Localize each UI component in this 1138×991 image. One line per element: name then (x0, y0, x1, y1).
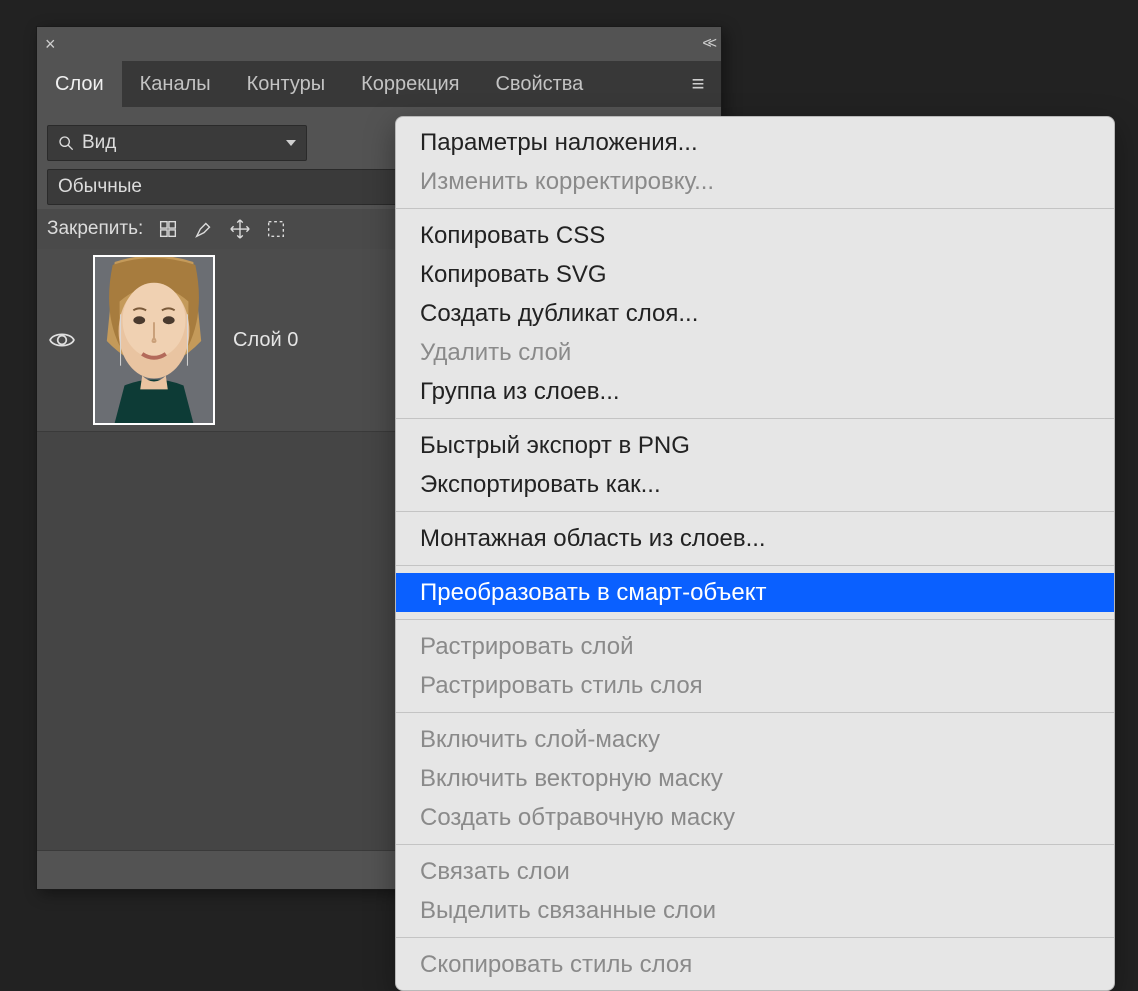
menu-item[interactable]: Быстрый экспорт в PNG (396, 426, 1114, 465)
menu-separator (396, 619, 1114, 620)
menu-item[interactable]: Экспортировать как... (396, 465, 1114, 504)
lock-brush-icon[interactable] (193, 218, 215, 240)
panel-tabs: Слои Каналы Контуры Коррекция Свойства ≡ (37, 61, 721, 107)
menu-item[interactable]: Параметры наложения... (396, 123, 1114, 162)
tab-channels[interactable]: Каналы (122, 61, 229, 107)
menu-item[interactable]: Копировать CSS (396, 216, 1114, 255)
layer-name[interactable]: Слой 0 (233, 329, 298, 352)
visibility-eye-icon[interactable] (49, 327, 75, 353)
menu-item: Включить слой-маску (396, 720, 1114, 759)
layer-context-menu: Параметры наложения...Изменить корректир… (395, 116, 1115, 991)
menu-separator (396, 418, 1114, 419)
menu-item: Включить векторную маску (396, 759, 1114, 798)
kind-dropdown[interactable]: Вид (47, 125, 307, 161)
menu-item: Растрировать слой (396, 627, 1114, 666)
menu-item: Выделить связанные слои (396, 891, 1114, 930)
menu-item: Создать обтравочную маску (396, 798, 1114, 837)
menu-item: Растрировать стиль слоя (396, 666, 1114, 705)
tab-properties[interactable]: Свойства (477, 61, 601, 107)
menu-separator (396, 937, 1114, 938)
menu-separator (396, 712, 1114, 713)
tab-adjustments[interactable]: Коррекция (343, 61, 477, 107)
tab-layers[interactable]: Слои (37, 61, 122, 107)
panel-titlebar: × << (37, 27, 721, 61)
lock-artboard-icon[interactable] (265, 218, 287, 240)
collapse-icon[interactable]: << (702, 35, 713, 53)
thumbnail-image (95, 257, 213, 423)
lock-transparent-pixels-icon[interactable] (157, 218, 179, 240)
menu-separator (396, 208, 1114, 209)
layer-thumbnail[interactable] (93, 255, 215, 425)
menu-item[interactable]: Группа из слоев... (396, 372, 1114, 411)
search-icon (58, 135, 74, 151)
menu-item: Скопировать стиль слоя (396, 945, 1114, 984)
blend-label: Обычные (58, 176, 142, 198)
menu-item: Удалить слой (396, 333, 1114, 372)
lock-label: Закрепить: (47, 218, 143, 240)
menu-separator (396, 844, 1114, 845)
tab-paths[interactable]: Контуры (229, 61, 343, 107)
menu-separator (396, 565, 1114, 566)
menu-item: Связать слои (396, 852, 1114, 891)
panel-menu-icon[interactable]: ≡ (675, 61, 721, 107)
menu-item[interactable]: Монтажная область из слоев... (396, 519, 1114, 558)
menu-item[interactable]: Копировать SVG (396, 255, 1114, 294)
menu-item[interactable]: Преобразовать в смарт-объект (396, 573, 1114, 612)
kind-label: Вид (82, 132, 116, 154)
menu-item: Изменить корректировку... (396, 162, 1114, 201)
close-icon[interactable]: × (45, 35, 56, 53)
lock-move-icon[interactable] (229, 218, 251, 240)
menu-item[interactable]: Создать дубликат слоя... (396, 294, 1114, 333)
menu-separator (396, 511, 1114, 512)
chevron-down-icon (286, 140, 296, 146)
